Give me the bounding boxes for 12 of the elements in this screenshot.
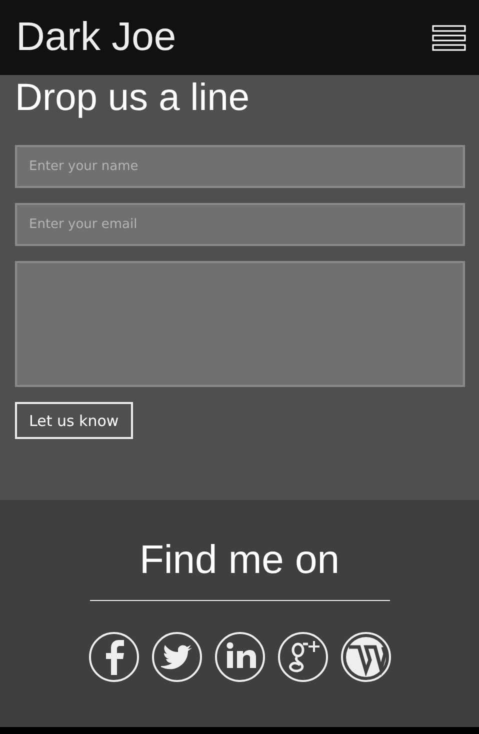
message-field[interactable]: [15, 261, 465, 387]
in-letters-icon[interactable]: [214, 631, 266, 683]
menu-icon[interactable]: [432, 24, 466, 50]
bird-icon[interactable]: [150, 631, 202, 683]
section-heading: Find me on: [139, 537, 340, 584]
section-heading: Drop us a line: [15, 76, 250, 121]
submit-button[interactable]: Let us know: [15, 402, 133, 439]
f-letter-icon[interactable]: [88, 631, 140, 683]
email-field[interactable]: Enter your email: [15, 203, 465, 246]
w-circle-icon[interactable]: [340, 631, 392, 683]
g-plus-icon[interactable]: [276, 631, 328, 683]
name-field[interactable]: Enter your name: [15, 145, 465, 188]
